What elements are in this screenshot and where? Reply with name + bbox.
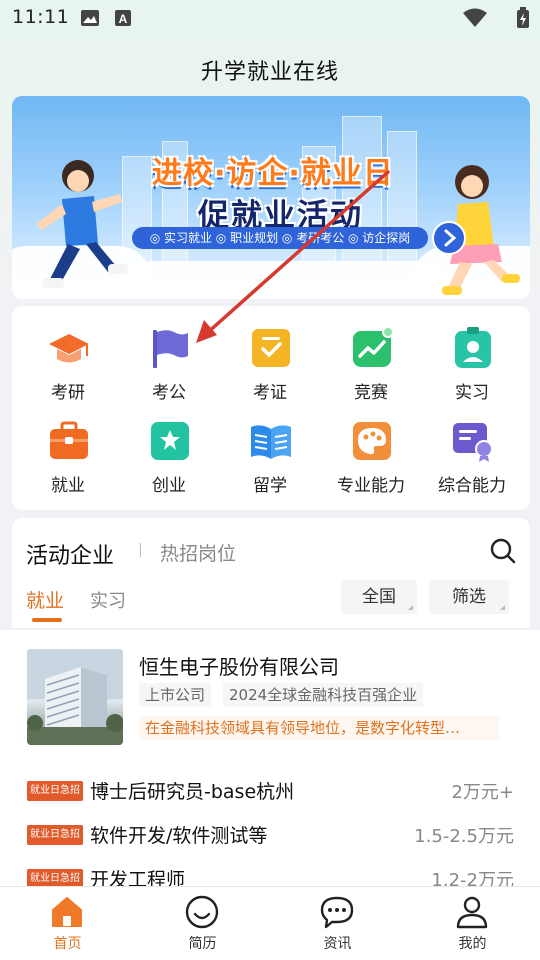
svg-text:A: A: [119, 12, 128, 26]
tab-jiuye[interactable]: 就业: [26, 586, 64, 613]
certificate-ribbon-icon: [453, 423, 493, 462]
building-photo-illustration: [27, 649, 123, 745]
active-tab-indicator: [32, 618, 62, 622]
company-photo[interactable]: [27, 649, 123, 745]
certificate-icon: [252, 329, 290, 367]
urgent-badge: 就业日急招: [27, 825, 83, 845]
flag-icon: [153, 330, 188, 368]
category-chuangye[interactable]: 创业: [124, 419, 214, 509]
category-jingsai[interactable]: 竞赛: [326, 326, 416, 416]
section-title-activity[interactable]: 活动企业: [26, 538, 114, 570]
battery-charging-icon: [517, 7, 529, 28]
category-kaozheng[interactable]: 考证: [225, 326, 315, 416]
category-kaoyan[interactable]: 考研: [23, 326, 113, 416]
nav-label: 我的: [458, 936, 487, 952]
star-doc-icon: [151, 422, 189, 460]
chevron-right-icon: [444, 229, 457, 247]
graduation-cap-icon: [49, 334, 89, 363]
filter-button-label: 筛选: [452, 587, 486, 607]
category-zhuanye[interactable]: 专业能力: [326, 419, 416, 509]
category-label: 就业: [51, 476, 85, 496]
company-name[interactable]: 恒生电子股份有限公司: [139, 651, 339, 680]
job-row[interactable]: 就业日急招 博士后研究员-base杭州 2万元+: [0, 773, 540, 809]
bottom-nav: 首页 简历 资讯 我的: [0, 886, 540, 960]
wifi-icon: [463, 8, 487, 27]
title-divider: [140, 543, 141, 557]
category-zonghe[interactable]: 综合能力: [427, 419, 517, 509]
region-select-label: 全国: [362, 587, 396, 607]
category-label: 考研: [51, 383, 85, 403]
category-label: 竞赛: [354, 383, 388, 403]
dropdown-corner-icon: [500, 605, 505, 610]
category-label: 实习: [455, 383, 489, 403]
nav-label: 简历: [188, 936, 217, 952]
chat-bubble-icon: [320, 896, 354, 929]
nav-resume[interactable]: 简历: [135, 887, 270, 960]
nav-home[interactable]: 首页: [0, 887, 135, 960]
urgent-badge: 就业日急招: [27, 781, 83, 801]
category-grid: 考研 考公 考证 竞赛 实习 就业 创业 留学 专业能力 综合能力: [12, 306, 530, 510]
banner-strip: ◎ 实习就业 ◎ 职业规划 ◎ 考研考公 ◎ 访企探岗: [132, 227, 428, 249]
open-book-icon: [251, 425, 291, 459]
job-title: 博士后研究员-base杭州: [90, 781, 295, 803]
category-label: 考证: [253, 383, 287, 403]
banner-headline: 进校·访企·就业日: [152, 156, 394, 191]
briefcase-icon: [50, 421, 88, 459]
company-tag: 上市公司: [139, 683, 212, 707]
job-salary: 1.5-2.5万元: [414, 826, 514, 847]
nav-label: 首页: [53, 936, 82, 952]
nav-profile[interactable]: 我的: [405, 887, 540, 960]
job-title: 软件开发/软件测试等: [90, 825, 268, 847]
company-tag: 2024全球金融科技百强企业: [223, 683, 424, 707]
status-bar: 11:11 A: [0, 0, 540, 36]
section-title-hot-jobs[interactable]: 热招岗位: [160, 539, 236, 566]
banner-arrow-button[interactable]: [432, 221, 466, 255]
filter-button[interactable]: 筛选: [429, 580, 509, 614]
status-time: 11:11: [12, 6, 70, 28]
category-shixi[interactable]: 实习: [427, 326, 517, 416]
nav-news[interactable]: 资讯: [270, 887, 405, 960]
app-title: 升学就业在线: [200, 60, 339, 85]
palette-icon: [353, 422, 391, 460]
activity-section: 活动企业 热招岗位 就业 实习 全国 筛选: [12, 518, 530, 628]
smiley-icon: [185, 895, 219, 929]
category-liuxue[interactable]: 留学: [225, 419, 315, 509]
region-select[interactable]: 全国: [341, 580, 417, 614]
company-list: 恒生电子股份有限公司 上市公司 2024全球金融科技百强企业 在金融科技领域具有…: [0, 630, 540, 891]
runner-boy-illustration: [36, 160, 128, 288]
category-label: 综合能力: [438, 476, 506, 496]
job-row[interactable]: 就业日急招 软件开发/软件测试等 1.5-2.5万元: [0, 817, 540, 853]
banner-cloud: [122, 261, 452, 299]
nav-label: 资讯: [323, 936, 352, 952]
category-label: 创业: [152, 476, 186, 496]
category-kaogong[interactable]: 考公: [124, 326, 214, 416]
dropdown-corner-icon: [408, 605, 413, 610]
company-description: 在金融科技领域具有领导地位，是数字化转型…: [139, 716, 499, 740]
promo-banner[interactable]: 进校·访企·就业日 促就业活动 ◎ 实习就业 ◎ 职业规划 ◎ 考研考公 ◎ 访…: [12, 96, 530, 299]
tab-shixi[interactable]: 实习: [90, 587, 126, 613]
category-label: 考公: [152, 383, 186, 403]
image-icon: [81, 10, 99, 26]
home-icon: [52, 897, 82, 927]
category-label: 留学: [253, 476, 287, 496]
text-a-icon: A: [115, 10, 131, 26]
category-jiuye[interactable]: 就业: [23, 419, 113, 509]
chart-trend-icon: [353, 326, 394, 367]
search-icon[interactable]: [490, 538, 516, 564]
person-icon: [456, 896, 488, 929]
job-salary: 2万元+: [451, 782, 514, 803]
badge-icon: [455, 327, 491, 368]
category-label: 专业能力: [337, 476, 405, 496]
